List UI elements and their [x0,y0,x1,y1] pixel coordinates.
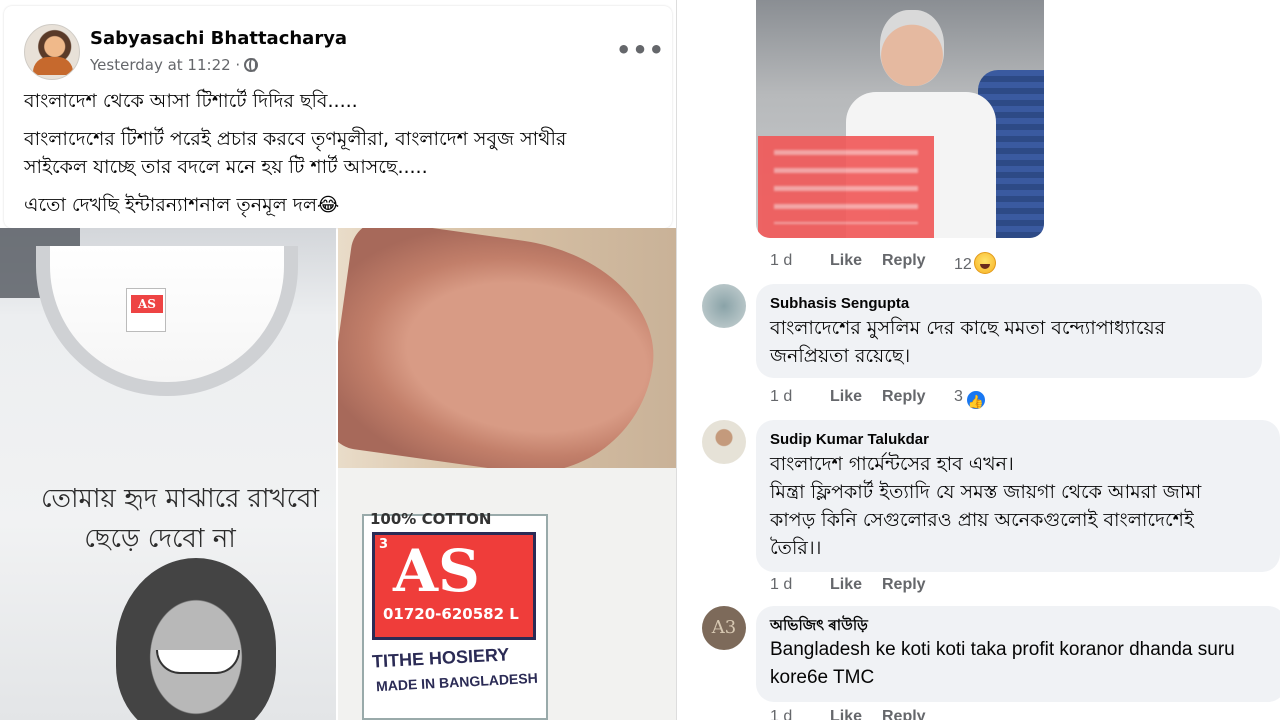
more-options-icon[interactable]: ••• [616,36,665,64]
shirt-print-line-2: ছেড়ে দেবো না [84,524,236,554]
comment-text-line: বাংলাদেশ গার্মেন্টসের হাব এখন। [770,453,1014,475]
post-text-line: এতো দেখছি ইন্টারন্যাশনাল তৃনমূল দল😂 [24,194,340,216]
comment-text-line: বাংলাদেশের মুসলিম দের কাছে মমতা বন্দ্যোপ… [770,317,1166,339]
finger-shape [338,228,668,489]
comment-time[interactable]: 1 d [770,708,792,720]
reaction-count[interactable]: 3 👍 [954,388,987,411]
comment-text-line: kore6e TMC [770,667,875,688]
like-button[interactable]: Like [830,708,862,720]
printed-portrait [116,558,276,720]
reaction-count[interactable]: 12 [954,252,996,274]
shirt-print-line-1: তোমায় হৃদ মাঝারে রাখবো [40,484,320,514]
comment-time[interactable]: 1 d [770,388,792,406]
collar-label: AS [126,288,166,332]
tag-cotton-text: 100% COTTON [370,510,492,528]
post-photo-label[interactable]: 100% COTTON 3 AS 01720-620582 L TITHE HO… [338,228,676,720]
comment-bubble: Subhasis Sengupta বাংলাদেশের মুসলিম দের … [756,284,1262,378]
thumbs-up-icon: 👍 [964,389,987,411]
author-name[interactable]: Sabyasachi Bhattacharya [90,28,347,49]
comment-photo[interactable] [756,0,1044,238]
comment-time[interactable]: 1 d [770,252,792,270]
tag-phone: 01720-620582 L [383,605,519,623]
like-button[interactable]: Like [830,388,862,406]
post-header-card: Sabyasachi Bhattacharya Yesterday at 11:… [4,6,672,228]
commenter-avatar[interactable] [702,420,746,464]
tag-brand: AS [393,537,480,605]
commenter-name[interactable]: অভিজিৎ ৰাউড়ি [770,616,1272,636]
comments-panel: 1 d Like Reply 12 Subhasis Sengupta বাংল… [684,0,1280,720]
reply-button[interactable]: Reply [882,708,926,720]
comment-text-line: মিন্ত্রা ফ্লিপকার্ট ইত্যাদি যে সমস্ত জায… [770,481,1202,503]
panel-divider [676,0,684,720]
author-avatar[interactable] [24,24,80,80]
comment-text-line: তৈরি।। [770,537,822,559]
facebook-post: Sabyasachi Bhattacharya Yesterday at 11:… [0,0,676,720]
reply-button[interactable]: Reply [882,252,926,270]
reply-button[interactable]: Reply [882,576,926,594]
commenter-avatar[interactable]: A3 [702,606,746,650]
photo-caption-overlay [758,136,934,238]
like-button[interactable]: Like [830,576,862,594]
comment-text-line: কাপড় কিনি সেগুলোরও প্রায় অনেকগুলোই বাং… [770,509,1194,531]
post-text-line: সাইকেল যাচ্ছে তার বদলে মনে হয় টি শার্ট … [24,156,428,178]
comment-bubble: অভিজিৎ ৰাউড়ি Bangladesh ke koti koti ta… [756,606,1280,702]
commenter-name[interactable]: Subhasis Sengupta [770,294,1248,314]
comment-text-line: Bangladesh ke koti koti taka profit kora… [770,639,1235,660]
commenter-name[interactable]: Sudip Kumar Talukdar [770,430,1266,450]
comment-time[interactable]: 1 d [770,576,792,594]
reply-button[interactable]: Reply [882,388,926,406]
globe-icon [244,58,259,72]
haha-icon [973,252,996,274]
comment-text-line: জনপ্রিয়তা রয়েছে। [770,345,911,367]
like-button[interactable]: Like [830,252,862,270]
tshirt-collar [36,246,298,396]
post-time[interactable]: Yesterday at 11:22 · [90,56,240,74]
comment-bubble: Sudip Kumar Talukdar বাংলাদেশ গার্মেন্টস… [756,420,1280,572]
tag-size-prefix: 3 [379,537,389,552]
post-text-line: বাংলাদেশ থেকে আসা টিশার্টে দিদির ছবি....… [24,90,358,112]
commenter-avatar[interactable] [702,284,746,328]
post-photo-tshirt[interactable]: AS তোমায় হৃদ মাঝারে রাখবো ছেড়ে দেবো না [0,228,336,720]
tag-brand-block: 3 AS 01720-620582 L [372,532,536,640]
post-meta: Yesterday at 11:22 · [90,56,259,74]
post-text-line: বাংলাদেশের টিশার্ট পরেই প্রচার করবে তৃণম… [24,128,567,150]
